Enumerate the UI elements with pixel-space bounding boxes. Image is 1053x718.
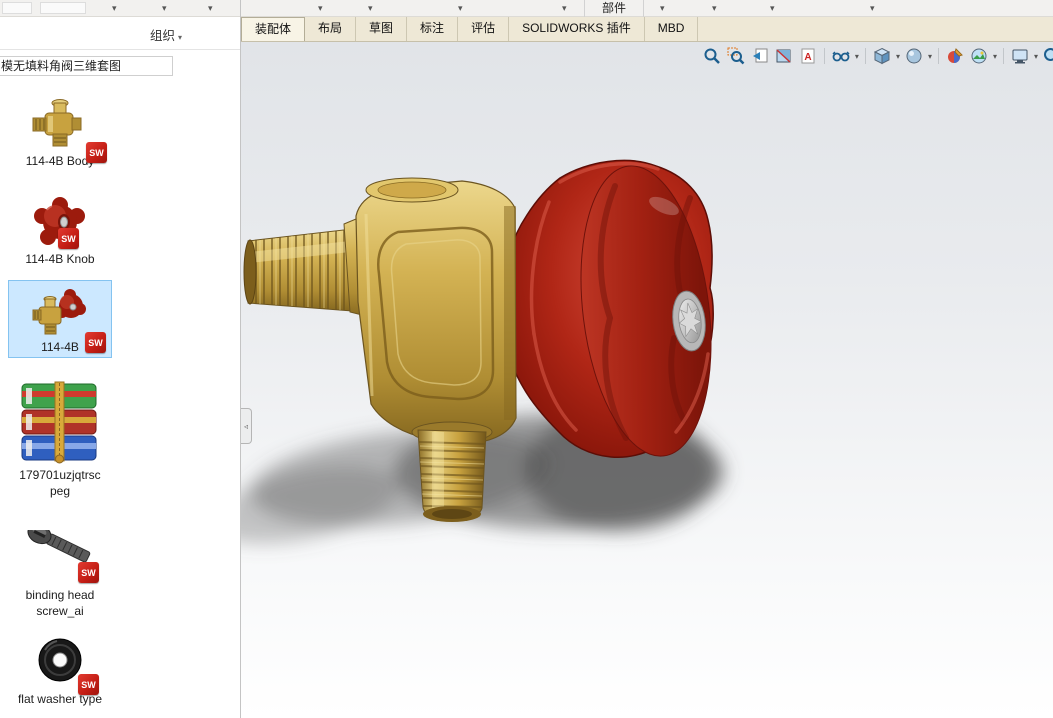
dropdown-caret-icon[interactable]: ▾: [458, 3, 463, 14]
component-toolbar-label[interactable]: 部件: [584, 0, 644, 17]
application-window: ▾ ▾ ▾ ▾ ▾ ▾ ▾ 部件 ▾ ▾ ▾ ▾ 组织▾ 模无填料角阀三维套图: [0, 0, 1053, 718]
zoom-to-fit-icon[interactable]: [701, 45, 723, 67]
file-name: flat washer type: [0, 691, 120, 707]
tab-layout[interactable]: 布局: [305, 17, 356, 41]
chevron-down-icon: ▾: [178, 33, 182, 42]
file-item[interactable]: SW binding head screw_ai: [0, 530, 120, 619]
magnifier-icon[interactable]: [1041, 45, 1053, 67]
tab-evaluate[interactable]: 评估: [458, 17, 509, 41]
dropdown-caret-icon[interactable]: ▾: [368, 3, 373, 14]
window-top-strip: ▾ ▾ ▾ ▾ ▾ ▾ ▾ 部件 ▾ ▾ ▾ ▾: [0, 0, 1053, 17]
mini-toolbar-tab[interactable]: [40, 2, 86, 14]
svg-text:A: A: [804, 52, 811, 63]
tab-addins[interactable]: SOLIDWORKS 插件: [509, 17, 645, 41]
file-name: binding head: [0, 587, 120, 603]
dropdown-caret-icon[interactable]: ▾: [208, 3, 213, 14]
file-item[interactable]: SW 114-4B Body: [0, 94, 120, 169]
apply-scene-icon[interactable]: [968, 45, 990, 67]
dropdown-caret-icon[interactable]: ▾: [770, 3, 775, 14]
tab-annotation[interactable]: 标注: [407, 17, 458, 41]
address-label: 模无填料角阀三维套图: [0, 56, 173, 76]
tab-mbd[interactable]: MBD: [645, 17, 699, 41]
file-item[interactable]: 114-4B SW: [0, 280, 120, 358]
dynamic-annotation-views-icon[interactable]: A: [797, 45, 819, 67]
dropdown-caret-icon[interactable]: ▾: [318, 3, 323, 14]
file-item[interactable]: SW 114-4B Knob: [0, 196, 120, 267]
toolbar-separator: [938, 48, 939, 64]
file-name: 114-4B Knob: [0, 251, 120, 267]
toolbar-separator: [865, 48, 866, 64]
dropdown-caret-icon[interactable]: ▾: [112, 3, 117, 14]
view-settings-icon[interactable]: [1009, 45, 1031, 67]
section-view-icon[interactable]: [773, 45, 795, 67]
edit-appearance-icon[interactable]: [944, 45, 966, 67]
washer-icon: [0, 632, 120, 688]
file-item[interactable]: 179701uzjqtrsc peg: [0, 380, 120, 499]
chevron-down-icon[interactable]: ▾: [928, 52, 932, 61]
file-item[interactable]: SW flat washer type: [0, 632, 120, 707]
explorer-command-bar: 组织▾: [0, 17, 241, 50]
panel-collapse-handle[interactable]: ◃: [241, 408, 252, 444]
chevron-left-icon: ◃: [244, 422, 248, 431]
dropdown-caret-icon[interactable]: ▾: [162, 3, 167, 14]
dropdown-caret-icon[interactable]: ▾: [660, 3, 665, 14]
chevron-down-icon[interactable]: ▾: [993, 52, 997, 61]
previous-view-icon[interactable]: [749, 45, 771, 67]
mini-toolbar-tab[interactable]: [2, 2, 32, 14]
solidworks-file-badge: SW: [58, 228, 79, 249]
toolbar-separator: [1003, 48, 1004, 64]
valve-3d-model: [241, 42, 1053, 718]
solidworks-file-badge: SW: [85, 332, 106, 353]
file-name: 179701uzjqtrsc: [0, 467, 120, 483]
tab-sketch[interactable]: 草图: [356, 17, 407, 41]
solidworks-file-badge: SW: [78, 562, 99, 583]
organize-button[interactable]: 组织▾: [150, 25, 182, 44]
chevron-down-icon[interactable]: ▾: [1034, 52, 1038, 61]
dropdown-caret-icon[interactable]: ▾: [562, 3, 567, 14]
valve-assembly-icon: [9, 286, 111, 336]
hide-show-items-icon[interactable]: [830, 45, 852, 67]
chevron-down-icon[interactable]: ▾: [855, 52, 859, 61]
toolbar-separator: [824, 48, 825, 64]
dropdown-caret-icon[interactable]: ▾: [712, 3, 717, 14]
solidworks-file-badge: SW: [86, 142, 107, 163]
dropdown-caret-icon[interactable]: ▾: [870, 3, 875, 14]
zoom-to-area-icon[interactable]: [725, 45, 747, 67]
file-name-line2: screw_ai: [0, 603, 120, 619]
graphics-viewport[interactable]: A ▾ ▾ ▾ ▾: [241, 42, 1053, 718]
rar-archive-icon: [0, 380, 120, 464]
solidworks-file-badge: SW: [78, 674, 99, 695]
command-manager-tabs: 装配体 布局 草图 标注 评估 SOLIDWORKS 插件 MBD: [241, 17, 1053, 42]
display-style-icon[interactable]: [903, 45, 925, 67]
view-orientation-icon[interactable]: [871, 45, 893, 67]
screw-icon: [0, 530, 120, 584]
tab-assembly[interactable]: 装配体: [241, 17, 305, 41]
file-name-line2: peg: [0, 483, 120, 499]
chevron-down-icon[interactable]: ▾: [896, 52, 900, 61]
headsup-view-toolbar: A ▾ ▾ ▾ ▾: [701, 45, 1053, 67]
